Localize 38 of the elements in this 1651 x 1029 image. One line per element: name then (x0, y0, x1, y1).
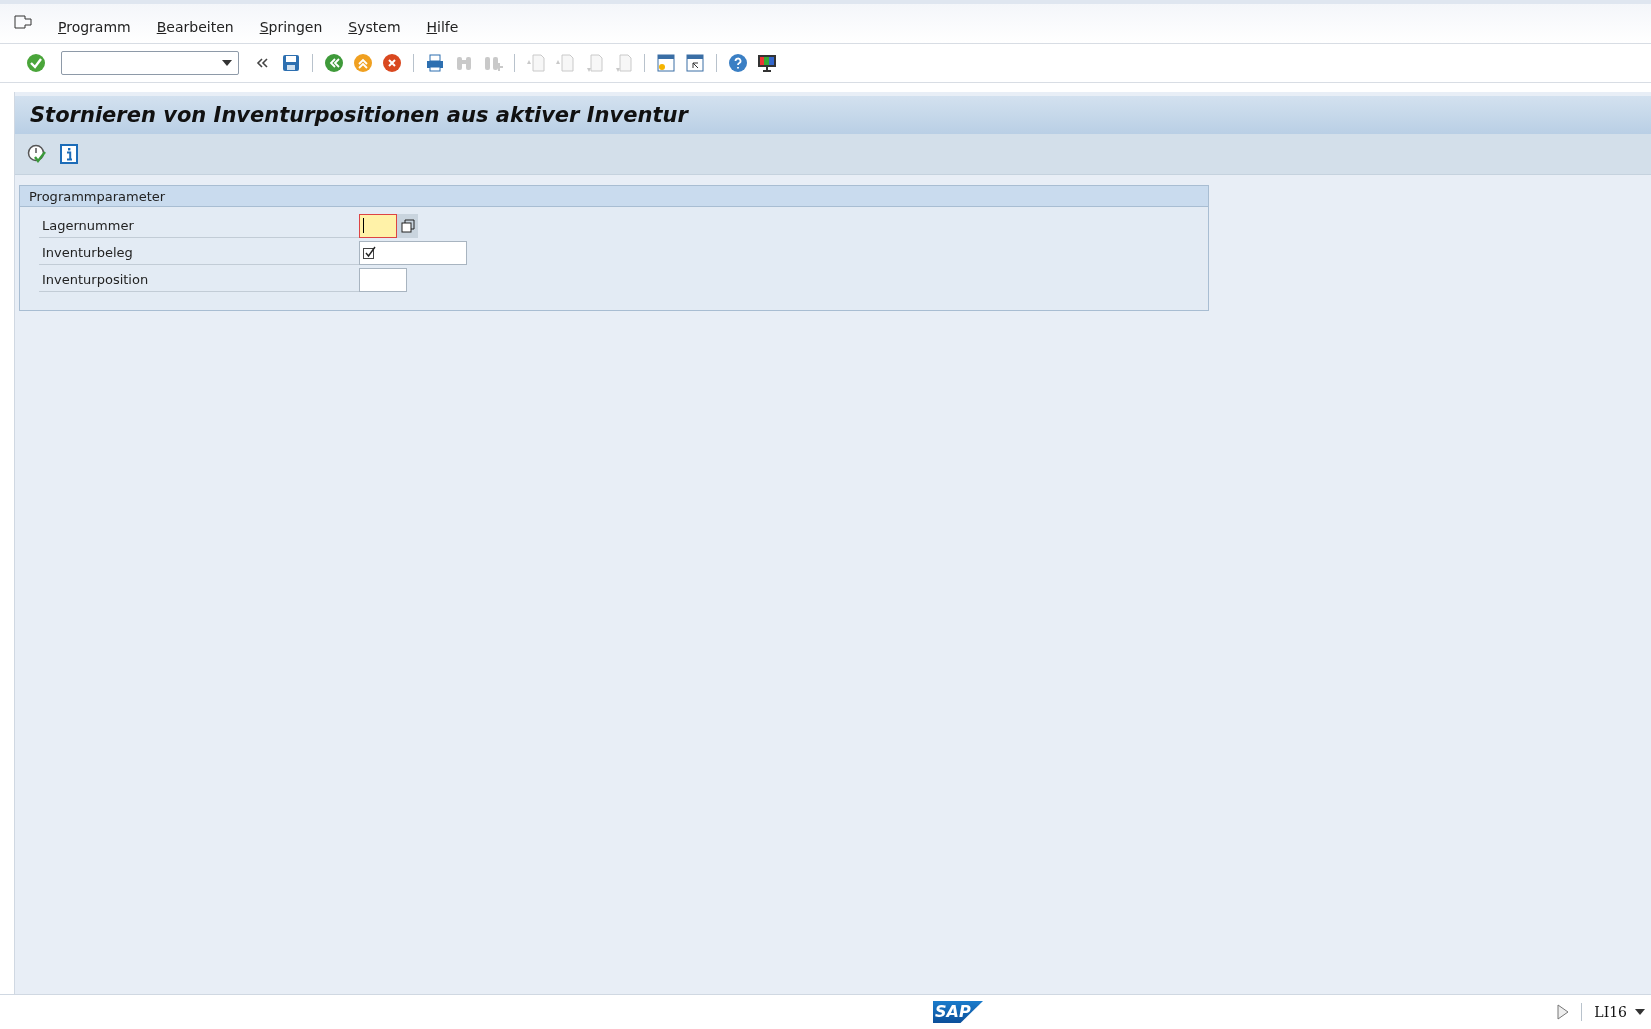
play-triangle-icon[interactable] (1557, 1004, 1570, 1020)
help-icon (728, 53, 748, 73)
page-arrow-icon (613, 53, 633, 73)
clock-check-icon (27, 144, 47, 164)
exit-icon (353, 53, 373, 73)
printer-icon (425, 53, 445, 73)
value-help-button[interactable] (397, 213, 418, 238)
menu-item[interactable]: Springen (259, 19, 323, 35)
field-label: Inventurbeleg (39, 240, 359, 265)
page-arrow-icon (584, 53, 604, 73)
screen-title: Stornieren von Inventurpositionen aus aktiver Inventur (15, 96, 1651, 134)
input-field[interactable] (359, 267, 407, 292)
menu-item[interactable]: Programm (58, 19, 131, 35)
checkmark-icon (26, 53, 46, 73)
dropdown-caret-icon[interactable] (1635, 1009, 1645, 1015)
dropdown-caret-icon (222, 60, 232, 66)
group-title: Programmparameter (20, 186, 1208, 207)
new-window-icon (656, 53, 676, 73)
save-icon (281, 53, 301, 73)
shortcut-window-icon (685, 53, 705, 73)
menu-icon[interactable] (14, 15, 32, 29)
monitor-icon (757, 53, 777, 73)
command-field[interactable] (61, 51, 239, 75)
page-arrow-icon (526, 53, 546, 73)
field-label: Lagernummer (39, 213, 359, 238)
toolbar-button[interactable] (57, 142, 81, 166)
cancel-icon (382, 53, 402, 73)
menu-item[interactable]: System (348, 19, 401, 35)
logo: SAP (933, 1001, 983, 1023)
transaction-code: LI16 (1594, 1004, 1627, 1020)
page-arrow-icon (555, 53, 575, 73)
back-icon (324, 53, 344, 73)
input-field[interactable] (359, 213, 397, 238)
input-field[interactable] (359, 240, 467, 265)
info-icon (59, 144, 79, 164)
field-label: Inventurposition (39, 267, 359, 292)
menu-item[interactable]: Hilfe (426, 19, 459, 35)
menu-item[interactable]: Bearbeiten (156, 19, 234, 35)
